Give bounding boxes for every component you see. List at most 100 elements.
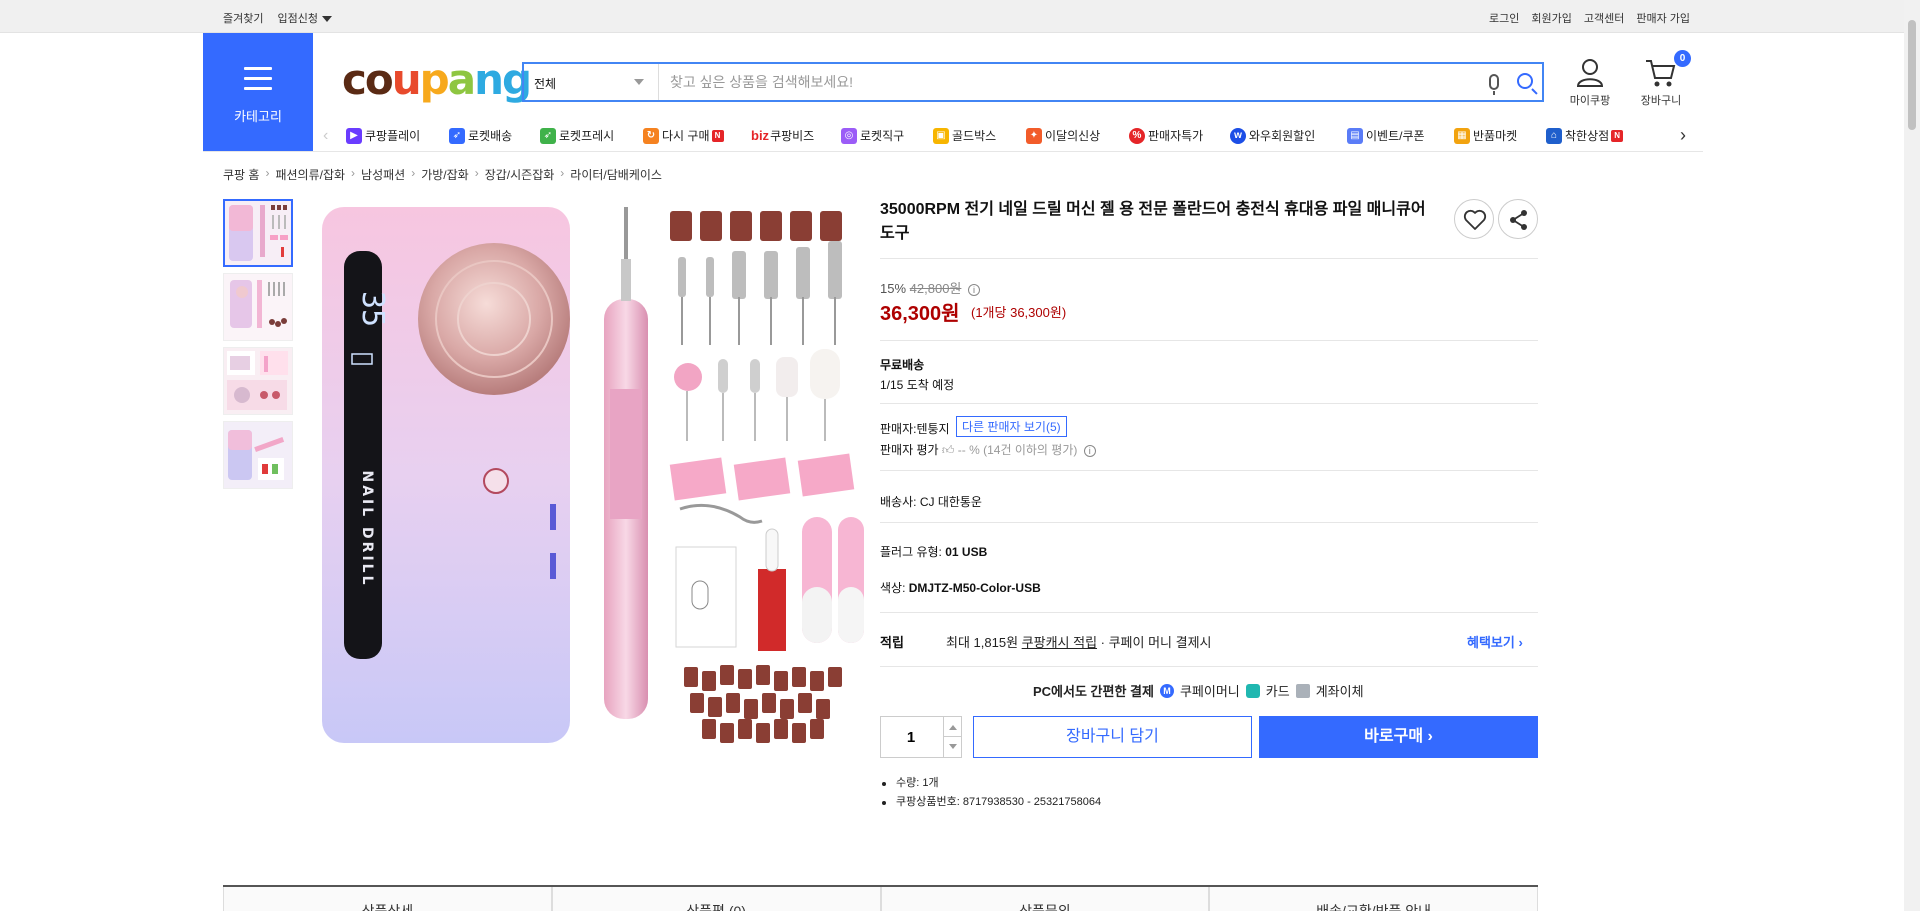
nav-item-wow-discount[interactable]: w 와우회원할인 (1230, 127, 1315, 144)
quantity-stepper (880, 716, 962, 758)
nav-item-label: 판매자특가 (1148, 129, 1204, 143)
breadcrumb-item[interactable]: 가방/잡화 (421, 166, 469, 183)
benefits-link[interactable]: 혜택보기 › (1467, 632, 1523, 651)
add-to-cart-button[interactable]: 장바구니 담기 (973, 716, 1252, 758)
seller-apply-link[interactable]: 입점신청 (277, 10, 332, 26)
nav-item-label: 착한상점 (1565, 129, 1610, 143)
tab-inquiries[interactable]: 상품문의 (880, 887, 1210, 911)
signup-link[interactable]: 회원가입 (1531, 10, 1571, 26)
product-thumbnail[interactable] (223, 421, 293, 489)
nav-item-events-coupons[interactable]: ▤ 이벤트/쿠폰 (1347, 127, 1425, 144)
nav-item-rocket-fresh[interactable]: ➶ 로켓프레시 (540, 127, 614, 144)
share-button[interactable] (1498, 199, 1538, 239)
quantity-input[interactable] (881, 717, 941, 757)
reward-text: 최대 1,815원 쿠팡캐시 적립 · 쿠페이 머니 결제시 (946, 632, 1212, 651)
seller-info: 판매자:텐퉁지 (880, 420, 950, 437)
nav-item-label: 반품마켓 (1473, 129, 1518, 143)
courier-label: 배송사: (880, 495, 917, 509)
product-info-list: 수량: 1개 쿠팡상품번호: 8717938530 - 25321758064 (880, 774, 1101, 812)
page-scrollbar[interactable] (1904, 0, 1920, 911)
product-thumbnail[interactable] (223, 273, 293, 341)
divider (880, 612, 1538, 613)
store-icon: ⌂ (1546, 127, 1562, 144)
info-icon[interactable]: i (968, 283, 981, 296)
breadcrumb-item[interactable]: 쿠팡 홈 (223, 166, 259, 183)
my-coupang-button[interactable]: 마이쿠팡 (1563, 58, 1617, 108)
chevron-right-icon: › (474, 166, 479, 180)
breadcrumb-item[interactable]: 남성패션 (361, 166, 405, 183)
arrival-date: 1/15 도착 예정 (880, 378, 955, 392)
option-color[interactable]: 색상: DMJTZ-M50-Color-USB (880, 579, 1041, 596)
seller-rating-count: (14건 이하의 평가) (983, 443, 1078, 457)
category-label: 카테고리 (234, 109, 282, 124)
coupang-logo[interactable]: coupang (342, 58, 532, 102)
heart-icon (1463, 209, 1487, 230)
nav-item-rocket-delivery[interactable]: ➶ 로켓배송 (449, 127, 512, 144)
option-plug-type[interactable]: 플러그 유형: 01 USB (880, 543, 987, 560)
wishlist-button[interactable] (1454, 199, 1494, 239)
nav-item-label: 다시 구매 (662, 129, 710, 143)
login-link[interactable]: 로그인 (1489, 10, 1519, 26)
nav-next-arrow-icon[interactable]: › (1680, 125, 1686, 146)
breadcrumb-item[interactable]: 라이터/담배케이스 (570, 166, 662, 183)
tab-shipping-returns[interactable]: 배송/교환/반품 안내 (1209, 887, 1538, 911)
nav-item-return-market[interactable]: ▦ 반품마켓 (1454, 127, 1517, 144)
nav-divider (203, 151, 1703, 152)
pc-payment-options: PC에서도 간편한 결제 M 쿠페이머니 카드 계좌이체 (1033, 681, 1364, 700)
category-menu-button[interactable]: 카테고리 (203, 33, 313, 151)
nav-item-monthly-new[interactable]: ✦ 이달의신상 (1026, 127, 1100, 144)
breadcrumb-item[interactable]: 패션의류/잡화 (275, 166, 345, 183)
service-nav-bar: ‹ ▶ 쿠팡플레이 ➶ 로켓배송 ➶ 로켓프레시 ↻ 다시 구매 N biz 쿠팡비즈 ◎ 로… (318, 121, 1698, 151)
nav-item-coupang-play[interactable]: ▶ 쿠팡플레이 (346, 127, 420, 144)
payment-method: 계좌이체 (1315, 684, 1364, 699)
seller-name[interactable]: 텐퉁지 (916, 422, 949, 436)
seller-rating-label: 판매자 평가 (880, 443, 939, 457)
payment-method: 쿠페이머니 (1179, 684, 1240, 699)
nav-item-goldbox[interactable]: ▣ 골드박스 (933, 127, 996, 144)
coupang-cash-link[interactable]: 쿠팡캐시 적립 (1022, 635, 1097, 650)
product-thumbnail[interactable] (223, 199, 293, 267)
search-bar: 전체 (522, 62, 1544, 102)
scrollbar-thumb[interactable] (1908, 20, 1916, 130)
option-label: 색상: (880, 581, 906, 595)
nav-item-rocket-global[interactable]: ◎ 로켓직구 (841, 127, 904, 144)
coupay-money-icon: M (1159, 683, 1174, 698)
nav-item-seller-deals[interactable]: % 판매자특가 (1129, 127, 1203, 144)
original-price: 42,800원 (909, 281, 962, 296)
bookmark-link[interactable]: 즐겨찾기 (223, 10, 263, 26)
product-main-image[interactable]: 35 NAIL DRILL (318, 199, 864, 745)
info-icon[interactable]: i (1083, 444, 1096, 457)
courier-value: CJ 대한통운 (919, 495, 982, 509)
top-utility-bar: 즐겨찾기 입점신청 로그인 회원가입 고객센터 판매자 가입 (0, 0, 1920, 33)
tab-reviews[interactable]: 상품평 (0) (551, 887, 881, 911)
search-input[interactable] (660, 64, 1460, 100)
seller-label: 판매자: (880, 422, 917, 436)
search-scope-select[interactable]: 전체 (524, 64, 659, 100)
reward-label: 적립 (880, 635, 904, 650)
breadcrumb-item[interactable]: 장갑/시즌잡화 (485, 166, 555, 183)
nav-prev-arrow-icon[interactable]: ‹ (323, 127, 328, 145)
nav-item-rebuy[interactable]: ↻ 다시 구매 N (643, 127, 724, 144)
list-item: 수량: 1개 (880, 774, 1101, 793)
nav-item-coupang-biz[interactable]: biz 쿠팡비즈 (751, 127, 814, 144)
buy-now-button[interactable]: 바로구매 › (1259, 716, 1538, 758)
seller-signup-link[interactable]: 판매자 가입 (1636, 10, 1690, 26)
product-detail-tabs: 상품상세 상품평 (0) 상품문의 배송/교환/반품 안내 (223, 885, 1538, 911)
customer-center-link[interactable]: 고객센터 (1584, 10, 1624, 26)
sale-price: 36,300원 (880, 303, 960, 325)
new-icon: ✦ (1026, 127, 1042, 144)
product-thumbnail[interactable] (223, 347, 293, 415)
reward-amount: 최대 1,815원 (946, 635, 1019, 650)
search-icon[interactable] (1517, 73, 1533, 89)
new-badge: N (1611, 129, 1624, 142)
divider (880, 470, 1538, 471)
display-digits: 35 (355, 291, 390, 327)
quantity-increase-button[interactable] (943, 717, 962, 737)
other-sellers-button[interactable]: 다른 판매자 보기(5) (956, 416, 1067, 437)
microphone-icon[interactable] (1489, 74, 1499, 95)
nav-item-good-store[interactable]: ⌂ 착한상점 N (1546, 127, 1624, 144)
tab-product-detail[interactable]: 상품상세 (223, 887, 552, 911)
quantity-decrease-button[interactable] (943, 737, 962, 757)
seller-rating: 판매자 평가 👍︎ -- % (14건 이하의 평가) i (880, 441, 1096, 458)
cart-label: 장바구니 (1640, 95, 1682, 107)
